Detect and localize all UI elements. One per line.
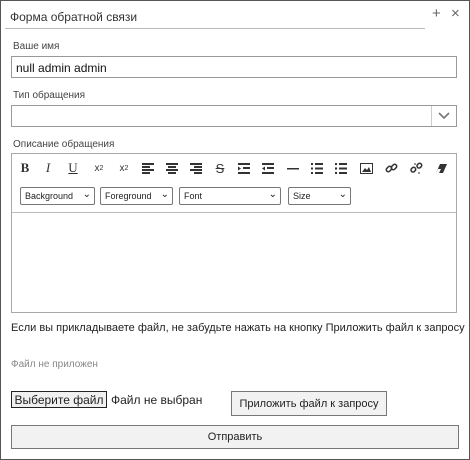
background-dropdown[interactable]: Background ⌄ xyxy=(20,187,95,205)
attachment-hint: Если вы прикладываете файл, не забудьте … xyxy=(11,322,465,334)
chevron-down-icon[interactable] xyxy=(431,106,456,126)
attachment-status: Файл не приложен xyxy=(11,359,98,370)
eraser-icon[interactable] xyxy=(432,159,450,177)
size-dropdown-label: Size xyxy=(293,191,311,201)
background-dropdown-label: Background xyxy=(25,191,74,201)
ordered-list-icon[interactable] xyxy=(308,159,326,177)
unlink-icon[interactable] xyxy=(407,159,425,177)
close-icon[interactable]: × xyxy=(451,6,460,22)
attach-file-button[interactable]: Приложить файл к запросу xyxy=(231,391,387,416)
horizontal-rule-icon[interactable] xyxy=(284,159,302,177)
subscript-icon[interactable]: x2 xyxy=(90,159,108,177)
italic-icon[interactable]: I xyxy=(39,159,57,177)
font-dropdown[interactable]: Font ⌄ xyxy=(179,187,281,205)
superscript-icon[interactable]: x2 xyxy=(115,159,133,177)
submit-button[interactable]: Отправить xyxy=(11,425,459,449)
editor-content-area[interactable] xyxy=(12,213,456,312)
underline-icon[interactable]: U xyxy=(64,159,82,177)
type-label: Тип обращения xyxy=(13,90,86,101)
align-right-icon[interactable] xyxy=(187,159,205,177)
type-select[interactable] xyxy=(11,105,457,127)
dialog-titlebar: Форма обратной связи + × xyxy=(1,1,469,29)
name-field[interactable]: null admin admin xyxy=(11,56,457,78)
foreground-dropdown-label: Foreground xyxy=(105,191,152,201)
plus-icon[interactable]: + xyxy=(432,6,441,22)
outdent-icon[interactable] xyxy=(259,159,277,177)
size-dropdown[interactable]: Size ⌄ xyxy=(288,187,351,205)
link-icon[interactable] xyxy=(382,159,400,177)
chevron-down-icon: ⌄ xyxy=(268,189,277,200)
feedback-dialog: Форма обратной связи + × Ваше имя null a… xyxy=(0,0,470,460)
description-label: Описание обращения xyxy=(13,139,115,150)
foreground-dropdown[interactable]: Foreground ⌄ xyxy=(100,187,173,205)
align-center-icon[interactable] xyxy=(163,159,181,177)
dialog-title: Форма обратной связи xyxy=(10,10,138,24)
title-divider xyxy=(5,28,425,29)
unordered-list-icon[interactable] xyxy=(332,159,350,177)
chevron-down-icon: ⌄ xyxy=(160,189,169,200)
align-left-icon[interactable] xyxy=(139,159,157,177)
name-field-value: null admin admin xyxy=(16,61,107,75)
editor-toolbar: B I U x2 x2 S Background ⌄ Foreground ⌄ … xyxy=(12,154,456,213)
name-label: Ваше имя xyxy=(13,41,60,52)
image-icon[interactable] xyxy=(357,159,375,177)
no-file-text: Файл не выбран xyxy=(111,393,203,407)
rich-text-editor: B I U x2 x2 S Background ⌄ Foreground ⌄ … xyxy=(11,153,457,313)
choose-file-button[interactable]: Выберите файл xyxy=(11,391,107,408)
bold-icon[interactable]: B xyxy=(16,159,34,177)
indent-icon[interactable] xyxy=(235,159,253,177)
strikethrough-icon[interactable]: S xyxy=(211,159,229,177)
font-dropdown-label: Font xyxy=(184,191,203,201)
chevron-down-icon: ⌄ xyxy=(82,189,91,200)
chevron-down-icon: ⌄ xyxy=(338,189,347,200)
